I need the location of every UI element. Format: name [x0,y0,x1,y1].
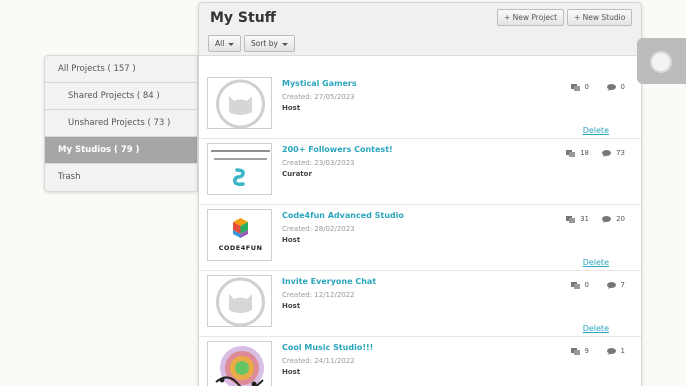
page-title: My Stuff [210,10,277,26]
studio-created-date: Created: 23/03/2023 [282,159,355,167]
studio-thumbnail[interactable] [207,341,272,386]
chevron-down-icon [281,42,288,46]
filter-dropdown[interactable]: All [208,35,242,52]
projects-count-value: 18 [580,149,589,157]
projects-icon [570,347,580,355]
studio-title-link[interactable]: Cool Music Studio!!! [282,343,373,352]
studio-created-date: Created: 12/12/2022 [282,291,355,299]
projects-count-value: 9 [584,347,589,355]
studio-thumbnail[interactable] [207,275,272,327]
projects-count: 18 [566,149,589,157]
projects-icon [566,149,576,157]
list-item: CODE4FUN Code4fun Advanced Studio Create… [199,205,641,271]
delete-link[interactable]: Delete [583,324,609,333]
projects-count: 0 [570,281,589,289]
music-art-image [208,342,271,386]
projects-count-value: 31 [580,215,589,223]
studio-title-link[interactable]: Invite Everyone Chat [282,277,376,286]
studio-title-link[interactable]: 200+ Followers Contest! [282,145,393,154]
studio-thumbnail[interactable] [207,143,272,195]
comment-icon [602,215,612,223]
projects-icon [566,215,576,223]
comments-count-value: 20 [616,215,625,223]
panel-header: My Stuff + New Project + New Studio All … [199,3,641,56]
sidebar-item-trash[interactable]: Trash [45,164,197,191]
chevron-down-icon [228,42,235,46]
comments-count: 20 [602,215,625,223]
comments-count: 73 [602,149,625,157]
new-studio-button[interactable]: + New Studio [567,9,633,26]
studio-list: Mystical Gamers Created: 27/05/2023 Host… [199,73,641,386]
code4fun-logo-image [208,210,271,260]
filter-label: All [215,39,225,48]
delete-link[interactable]: Delete [583,258,609,267]
studio-role: Host [282,302,301,310]
comments-count-value: 73 [616,149,625,157]
comments-count-value: 7 [620,281,625,289]
projects-count: 31 [566,215,589,223]
sort-label: Sort by [251,39,278,48]
comment-icon [606,83,616,91]
contest-banner-image [208,144,271,194]
projects-count: 9 [570,347,589,355]
comments-count-value: 1 [620,347,625,355]
studio-title-link[interactable]: Code4fun Advanced Studio [282,211,404,220]
studio-thumbnail[interactable] [207,77,272,129]
sidebar-item-my-studios[interactable]: My Studios ( 79 ) [45,137,197,164]
projects-count: 0 [570,83,589,91]
studio-role: Host [282,368,301,376]
studio-role: Host [282,104,301,112]
projects-count-value: 0 [584,281,589,289]
list-item: Invite Everyone Chat Created: 12/12/2022… [199,271,641,337]
delete-link[interactable]: Delete [583,126,609,135]
studio-role: Curator [282,170,312,178]
studio-created-date: Created: 24/11/2022 [282,357,355,365]
list-item: Mystical Gamers Created: 27/05/2023 Host… [199,73,641,139]
sidebar-item-unshared-projects[interactable]: Unshared Projects ( 73 ) [45,110,197,137]
studio-created-date: Created: 28/02/2023 [282,225,355,233]
projects-icon [570,83,580,91]
default-cat-thumbnail-icon [216,79,265,128]
list-item: Cool Music Studio!!! Created: 24/11/2022… [199,337,641,386]
comments-count-value: 0 [620,83,625,91]
default-cat-thumbnail-icon [216,277,265,326]
code4fun-logo-text: CODE4FUN [218,244,263,252]
studio-title-link[interactable]: Mystical Gamers [282,79,357,88]
comment-icon [606,281,616,289]
comments-count: 7 [606,281,625,289]
comment-icon [602,149,612,157]
floating-assistive-button[interactable] [637,38,686,84]
sort-dropdown[interactable]: Sort by [244,35,295,52]
comment-icon [606,347,616,355]
projects-icon [570,281,580,289]
main-panel: My Stuff + New Project + New Studio All … [198,2,642,386]
sidebar-item-all-projects[interactable]: All Projects ( 157 ) [45,56,197,83]
circle-icon [650,51,672,73]
studio-thumbnail[interactable]: CODE4FUN [207,209,272,261]
comments-count: 0 [606,83,625,91]
sidebar: All Projects ( 157 ) Shared Projects ( 8… [44,55,198,192]
projects-count-value: 0 [584,83,589,91]
studio-role: Host [282,236,301,244]
comments-count: 1 [606,347,625,355]
studio-created-date: Created: 27/05/2023 [282,93,355,101]
sidebar-item-shared-projects[interactable]: Shared Projects ( 84 ) [45,83,197,110]
list-item: 200+ Followers Contest! Created: 23/03/2… [199,139,641,205]
new-project-button[interactable]: + New Project [497,9,565,26]
